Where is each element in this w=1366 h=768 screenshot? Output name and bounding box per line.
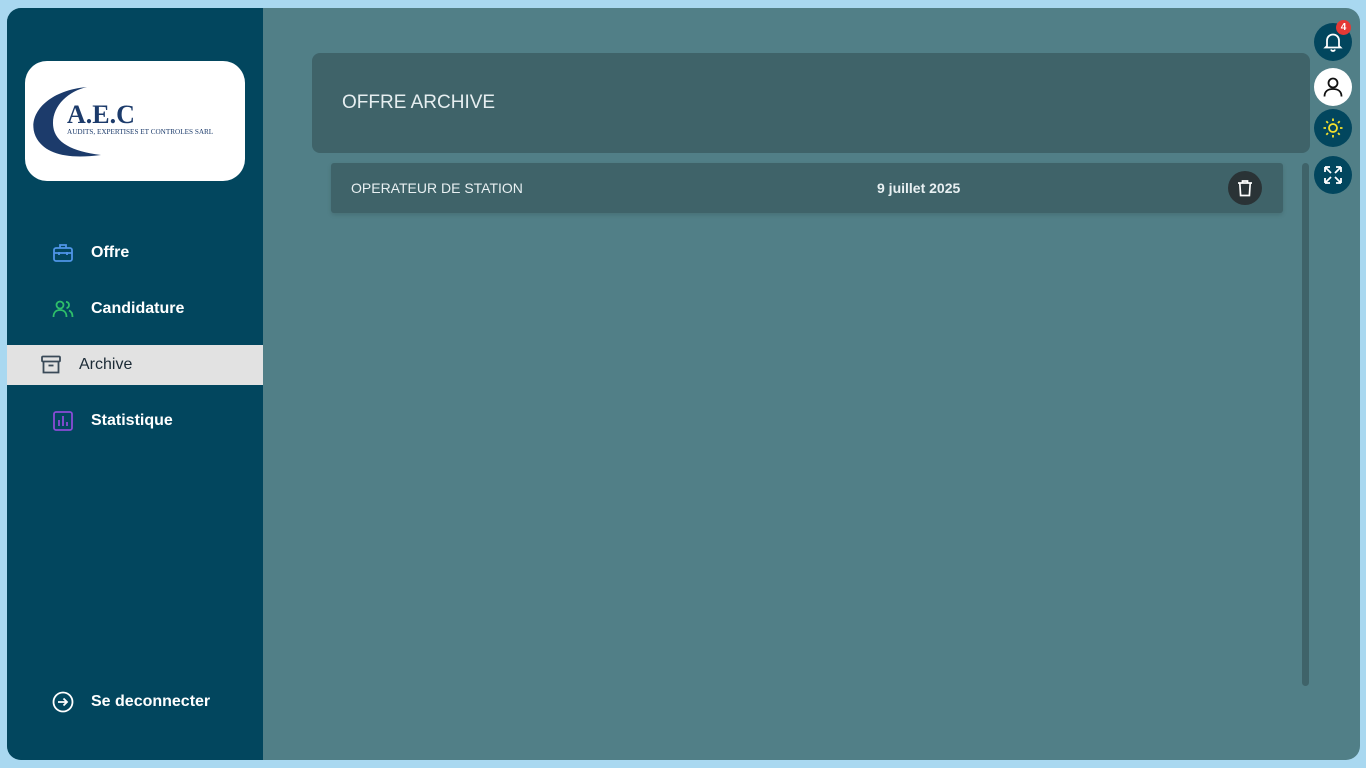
fullscreen-button[interactable]	[1314, 156, 1352, 194]
profile-button[interactable]	[1314, 68, 1352, 106]
sidebar-item-archive[interactable]: Archive	[7, 345, 263, 385]
svg-text:A.E.C: A.E.C	[67, 100, 135, 129]
list-item[interactable]: OPERATEUR DE STATION 9 juillet 2025	[331, 163, 1283, 213]
job-title: OPERATEUR DE STATION	[351, 180, 523, 196]
briefcase-icon	[52, 242, 74, 264]
user-icon	[1323, 77, 1343, 97]
logout-icon	[52, 691, 74, 713]
page-header-card: OFFRE ARCHIVE	[312, 53, 1310, 153]
sidebar-item-label: Archive	[79, 356, 133, 373]
sidebar-item-candidature[interactable]: Candidature	[7, 289, 263, 329]
chart-icon	[52, 410, 74, 432]
sidebar-item-label: Offre	[91, 244, 130, 261]
sun-icon	[1323, 118, 1343, 138]
app-frame: A.E.C AUDITS, EXPERTISES ET CONTROLES SA…	[7, 8, 1360, 760]
archive-icon	[40, 354, 62, 376]
users-icon	[52, 298, 74, 320]
delete-button[interactable]	[1228, 171, 1262, 205]
svg-text:AUDITS, EXPERTISES ET CONTROLE: AUDITS, EXPERTISES ET CONTROLES SARL	[67, 128, 213, 136]
theme-toggle-button[interactable]	[1314, 109, 1352, 147]
logout-label: Se deconnecter	[91, 693, 211, 710]
sidebar: A.E.C AUDITS, EXPERTISES ET CONTROLES SA…	[7, 8, 263, 760]
sidebar-item-label: Candidature	[91, 300, 185, 317]
expand-icon	[1324, 166, 1342, 184]
notifications-button[interactable]: 4	[1314, 20, 1352, 61]
archive-date: 9 juillet 2025	[877, 180, 961, 196]
scrollbar[interactable]	[1302, 163, 1309, 686]
sidebar-item-label: Statistique	[91, 412, 173, 429]
logout-button[interactable]: Se deconnecter	[7, 682, 263, 722]
page-title: OFFRE ARCHIVE	[342, 92, 496, 113]
sidebar-item-offre[interactable]: Offre	[7, 233, 263, 273]
trash-icon	[1238, 180, 1252, 197]
sidebar-item-statistique[interactable]: Statistique	[7, 401, 263, 441]
company-logo: A.E.C AUDITS, EXPERTISES ET CONTROLES SA…	[25, 61, 245, 181]
notification-badge: 4	[1336, 20, 1351, 35]
